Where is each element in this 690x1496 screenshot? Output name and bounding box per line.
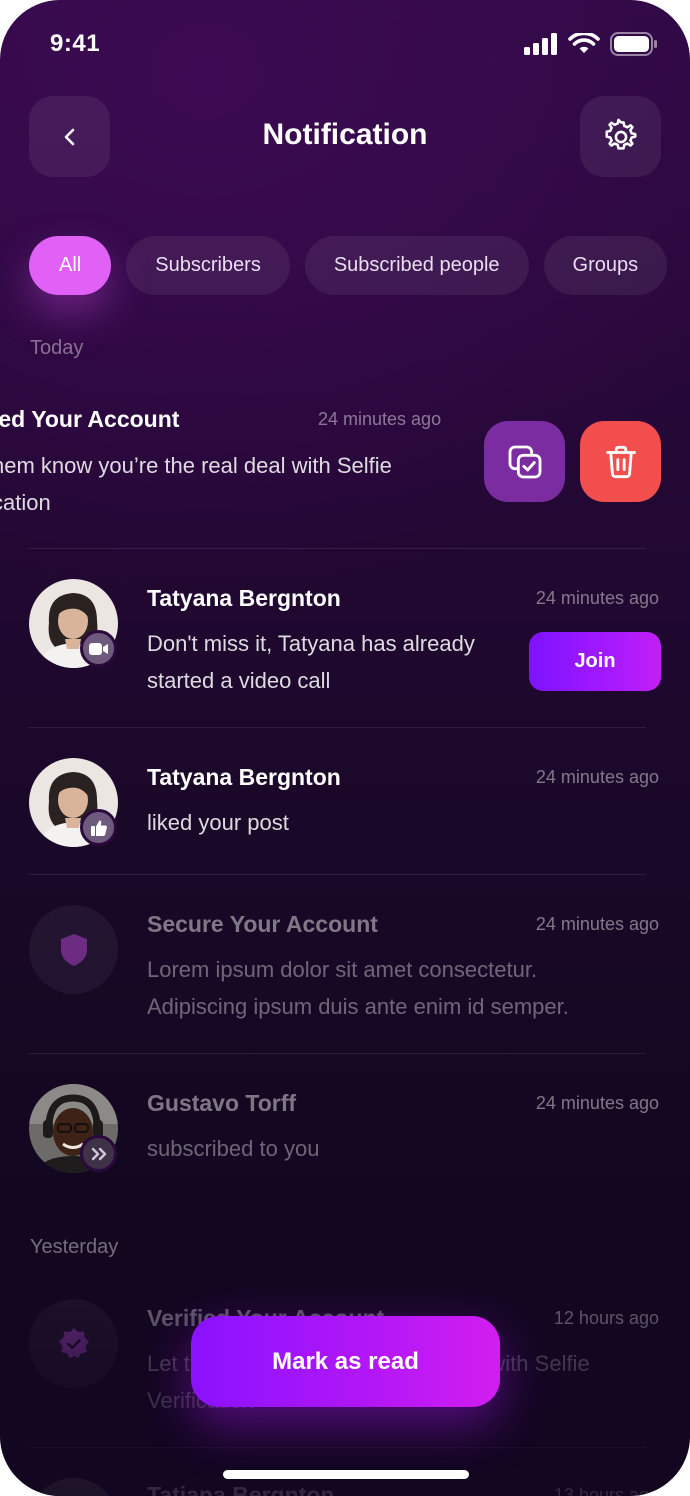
video-icon (88, 642, 108, 655)
notification-time: 13 hours ago (553, 1485, 659, 1496)
double-chevron-icon (91, 1147, 106, 1160)
notification-time: 24 minutes ago (535, 1093, 659, 1113)
notification-title: ied Your Account (0, 406, 180, 432)
notification-title: Tatyana Bergnton (147, 764, 341, 790)
subscribe-badge (80, 1135, 117, 1172)
notification-title: Tatiana Bergnton (147, 1482, 335, 1496)
notification-time: 12 hours ago (553, 1308, 659, 1328)
tab-subscribed-people[interactable]: Subscribed people (304, 236, 529, 295)
notification-title: Secure Your Account (147, 911, 378, 937)
mark-read-action-button[interactable] (484, 421, 565, 502)
battery-icon (610, 32, 657, 56)
settings-button[interactable] (580, 96, 661, 177)
security-icon-container (29, 905, 118, 994)
divider (29, 1447, 646, 1448)
notification-time: 24 minutes ago (535, 767, 659, 787)
notification-time: 24 minutes ago (318, 409, 442, 429)
status-bar: 9:41 (0, 0, 690, 90)
like-badge (80, 809, 117, 846)
copy-check-icon (508, 445, 541, 478)
notification-subscribed[interactable]: Gustavo Torff 24 minutes ago subscribed … (0, 1083, 690, 1193)
divider (29, 548, 646, 549)
notification-partial[interactable]: Tatiana Bergnton 13 hours ago (0, 1477, 690, 1496)
wifi-icon (568, 33, 600, 53)
header: Notification (0, 96, 690, 178)
tab-all[interactable]: All (29, 236, 112, 295)
divider (29, 874, 646, 875)
phone-screen: 9:41 Notification All Subscribers Subscr… (0, 0, 690, 1496)
thumbs-up-icon (90, 820, 107, 836)
notification-secure-account[interactable]: Secure Your Account 24 minutes ago Lorem… (0, 904, 690, 1044)
tab-subscribers[interactable]: Subscribers (126, 236, 290, 295)
avatar (29, 1478, 118, 1496)
status-icons (524, 32, 658, 56)
verified-icon-container (29, 1299, 118, 1388)
join-button[interactable]: Join (529, 632, 661, 691)
section-label-yesterday: Yesterday (30, 1236, 119, 1258)
notification-title: Gustavo Torff (147, 1090, 297, 1116)
notification-like[interactable]: Tatyana Bergnton 24 minutes ago liked yo… (0, 757, 690, 867)
notification-body: Don't miss it, Tatyana has already start… (147, 631, 475, 693)
notification-time: 24 minutes ago (535, 588, 659, 608)
status-time: 9:41 (50, 30, 101, 57)
filter-tabs: All Subscribers Subscribed people Groups (29, 236, 668, 295)
notification-time: 24 minutes ago (535, 914, 659, 934)
verified-badge-icon (58, 1327, 89, 1358)
notification-title: Tatyana Bergnton (147, 585, 341, 611)
notification-body: Lorem ipsum dolor sit amet consectetur. … (147, 957, 569, 1019)
delete-action-button[interactable] (580, 421, 661, 502)
notification-body: liked your post (147, 810, 289, 835)
trash-icon (605, 445, 636, 478)
section-label-today: Today (30, 337, 84, 359)
divider (29, 1053, 646, 1054)
shield-icon (60, 933, 87, 966)
divider (29, 727, 646, 728)
notification-body: subscribed to you (147, 1136, 320, 1161)
home-indicator (223, 1470, 469, 1479)
gear-icon (604, 118, 637, 150)
mark-as-read-button[interactable]: Mark as read (191, 1316, 500, 1407)
swiped-notification[interactable]: ied Your Account 24 minutes ago hem know… (0, 400, 690, 520)
tab-groups[interactable]: Groups (543, 236, 668, 295)
signal-icon (524, 33, 557, 55)
video-badge (80, 630, 117, 667)
notification-body: hem know you’re the real deal with Selfi… (0, 453, 392, 515)
